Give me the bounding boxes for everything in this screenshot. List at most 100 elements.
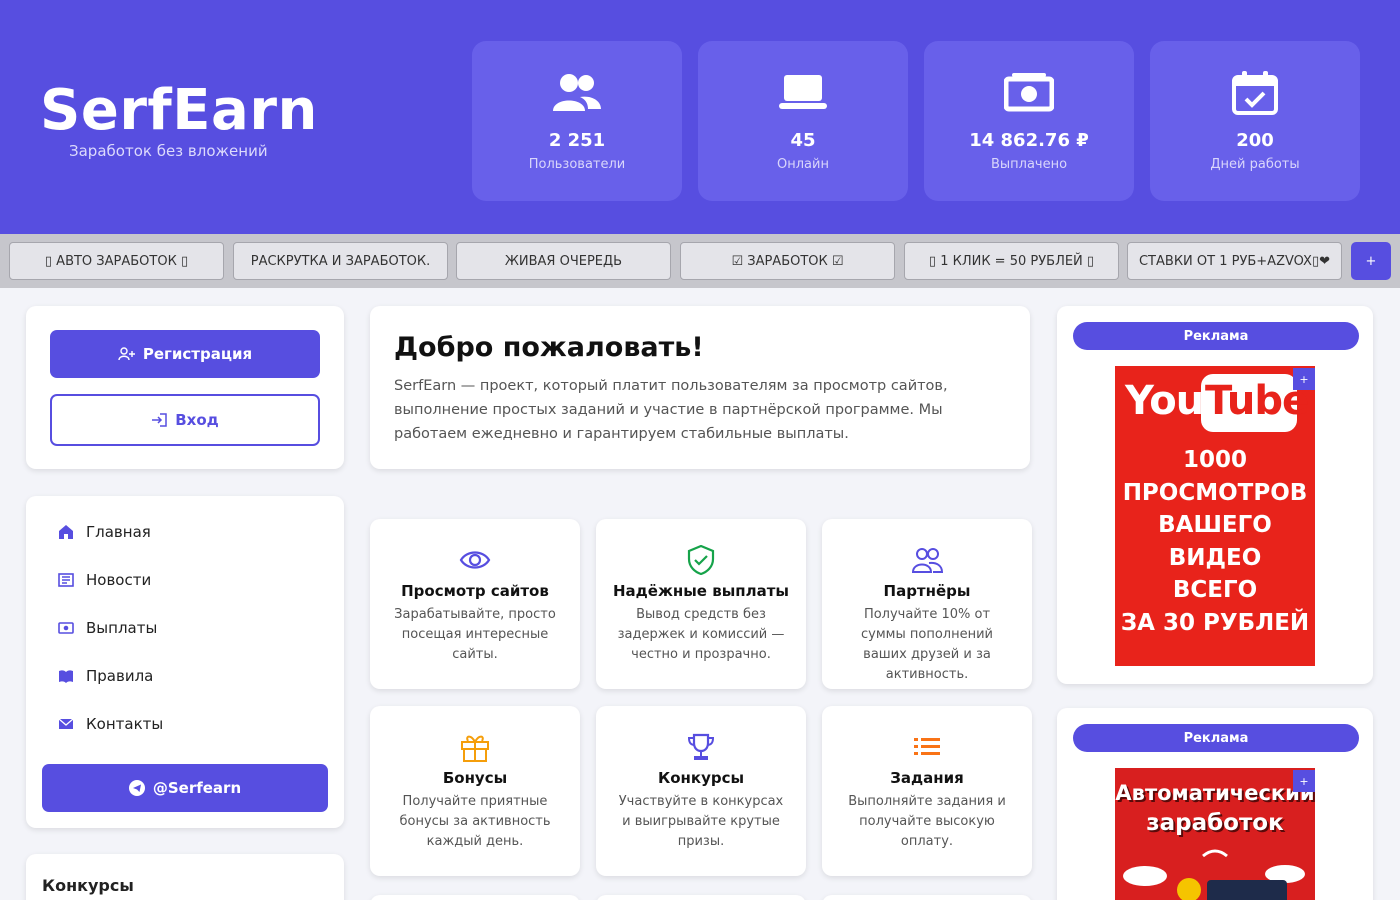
feature-card-bonuses: Бонусы Получайте приятные бонусы за акти…: [370, 706, 580, 876]
menu-item-label: Новости: [86, 571, 152, 589]
welcome-title: Добро пожаловать!: [394, 332, 704, 363]
book-icon: [59, 670, 73, 683]
ad-line: 1000: [1182, 447, 1247, 473]
menu-item-payouts[interactable]: Выплаты: [58, 616, 157, 640]
telegram-icon: [128, 780, 145, 796]
welcome-text: SerfEarn — проект, который платит пользо…: [394, 378, 948, 442]
ad-card: Реклама Автоматический заработок +: [1057, 708, 1373, 900]
feature-desc: Вывод средств без задержек и комиссий — …: [617, 607, 785, 662]
site-logo[interactable]: SerfEarn: [40, 78, 318, 144]
user-plus-icon: [118, 347, 135, 361]
trophy-icon: [687, 733, 715, 760]
feature-card-contests: Конкурсы Участвуйте в конкурсах и выигры…: [596, 706, 806, 876]
feature-card-tasks: Задания Выполняйте задания и получайте в…: [822, 706, 1032, 876]
ad-links-bar: ▯ АВТО ЗАРАБОТОК ▯ РАСКРУТКА И ЗАРАБОТОК…: [0, 234, 1400, 288]
feature-card-partners: Партнёры Получайте 10% от суммы пополнен…: [822, 519, 1032, 689]
login-label: Вход: [175, 411, 219, 429]
contests-card: Конкурсы: [26, 854, 344, 900]
users-icon: [553, 74, 601, 111]
menu-item-rules[interactable]: Правила: [58, 664, 153, 688]
feature-desc: Участвуйте в конкурсах и выигрывайте кру…: [618, 794, 784, 849]
stat-value: 14 862.76 ₽: [969, 130, 1089, 151]
ad-link[interactable]: ▯ АВТО ЗАРАБОТОК ▯: [9, 242, 224, 280]
feature-title: Просмотр сайтов: [401, 582, 549, 600]
stat-label: Выплачено: [990, 157, 1068, 172]
register-button[interactable]: Регистрация: [50, 330, 320, 378]
header: SerfEarn Заработок без вложений 2 251 По…: [0, 0, 1400, 234]
youtube-logo-you: You: [1125, 378, 1204, 424]
stat-online: 45 Онлайн: [698, 41, 908, 201]
ad-line: ВАШЕГО: [1158, 512, 1272, 539]
ad-line: ВСЕГО: [1172, 577, 1258, 604]
stat-value: 45: [790, 130, 816, 151]
menu-item-news[interactable]: Новости: [58, 568, 151, 592]
ad-link[interactable]: РАСКРУТКА И ЗАРАБОТОК.: [233, 242, 448, 280]
feature-title: Бонусы: [442, 769, 508, 787]
menu-item-label: Контакты: [86, 715, 164, 733]
ad-line: Автоматический: [1115, 781, 1315, 805]
feature-title: Надёжные выплаты: [612, 582, 789, 600]
ad-card: Реклама You Tube 1000 ПРОСМОТРОВ ВАШЕГО …: [1057, 306, 1373, 684]
money-bill-icon: [1004, 73, 1054, 112]
feature-title: Задания: [890, 769, 964, 787]
newspaper-icon: [58, 573, 74, 587]
youtube-views-ad[interactable]: You Tube 1000 ПРОСМОТРОВ ВАШЕГО ВИДЕО ВС…: [1115, 366, 1315, 666]
ad-text: Автоматический заработок: [1115, 778, 1315, 838]
feature-desc: Получайте приятные бонусы за активность …: [399, 794, 551, 849]
ad-link[interactable]: ☑ ЗАРАБОТОК ☑: [680, 242, 895, 280]
ad-link[interactable]: СТАВКИ ОТ 1 РУБ+AZVOX▯❤: [1127, 242, 1342, 280]
ad-illustration: [1123, 849, 1305, 900]
ad-link[interactable]: ЖИВАЯ ОЧЕРЕДЬ: [456, 242, 671, 280]
feature-desc: Зарабатывайте, просто посещая интересные…: [394, 607, 556, 662]
menu-card: Главная Новости Выплаты Правила Контакты…: [26, 496, 344, 828]
ad-line: ВИДЕО: [1168, 544, 1262, 571]
menu-item-label: Выплаты: [86, 619, 158, 637]
ad-add-button[interactable]: +: [1293, 770, 1315, 792]
ad-line: ПРОСМОТРОВ: [1122, 479, 1308, 506]
stat-users: 2 251 Пользователи: [472, 41, 682, 201]
list-icon: [914, 738, 940, 755]
menu-item-label: Главная: [86, 523, 151, 541]
ad-add-button[interactable]: +: [1293, 368, 1315, 390]
contests-title: Конкурсы: [42, 876, 134, 895]
feature-card: [370, 895, 580, 900]
auto-earnings-ad[interactable]: Автоматический заработок: [1115, 768, 1315, 900]
stat-days: 200 Дней работы: [1150, 41, 1360, 201]
feature-title: Партнёры: [883, 582, 971, 600]
feature-card: [822, 895, 1032, 900]
shield-check-icon: [687, 545, 715, 575]
ad-label: Реклама: [1073, 322, 1359, 350]
telegram-handle: @Serfearn: [152, 779, 242, 797]
gift-icon: [461, 735, 489, 762]
menu-item-home[interactable]: Главная: [58, 520, 151, 544]
ad-line: ЗА 30 РУБЛЕЙ: [1120, 609, 1310, 636]
ad-label: Реклама: [1073, 724, 1359, 752]
stat-label: Онлайн: [777, 157, 829, 172]
menu-item-label: Правила: [86, 667, 154, 685]
telegram-button[interactable]: @Serfearn: [42, 764, 328, 812]
sign-in-icon: [152, 413, 167, 427]
ad-link[interactable]: ▯ 1 КЛИК = 50 РУБЛЕЙ ▯: [904, 242, 1119, 280]
envelope-icon: [58, 718, 74, 729]
calendar-check-icon: [1232, 71, 1278, 115]
feature-card-surfing: Просмотр сайтов Зарабатывайте, просто по…: [370, 519, 580, 689]
stat-value: 2 251: [548, 130, 606, 151]
partners-icon: [911, 548, 943, 573]
feature-card-payouts: Надёжные выплаты Вывод средств без задер…: [596, 519, 806, 689]
eye-icon: [459, 551, 491, 569]
feature-title: Конкурсы: [657, 769, 745, 787]
menu-item-contacts[interactable]: Контакты: [58, 712, 163, 736]
laptop-icon: [779, 75, 827, 109]
site-tagline: Заработок без вложений: [69, 142, 268, 160]
stat-value: 200: [1236, 130, 1274, 151]
feature-desc: Получайте 10% от суммы пополнений ваших …: [861, 607, 993, 682]
feature-card: [596, 895, 806, 900]
ad-line: заработок: [1146, 810, 1284, 836]
auth-card: Регистрация Вход: [26, 306, 344, 469]
welcome-card: Добро пожаловать! SerfEarn — проект, кот…: [370, 306, 1030, 469]
add-link-button[interactable]: +: [1351, 242, 1391, 280]
ad-text: 1000 ПРОСМОТРОВ ВАШЕГО ВИДЕО ВСЕГО ЗА 30…: [1115, 444, 1315, 640]
home-icon: [59, 525, 73, 539]
login-button[interactable]: Вход: [50, 394, 320, 446]
register-label: Регистрация: [142, 345, 253, 363]
